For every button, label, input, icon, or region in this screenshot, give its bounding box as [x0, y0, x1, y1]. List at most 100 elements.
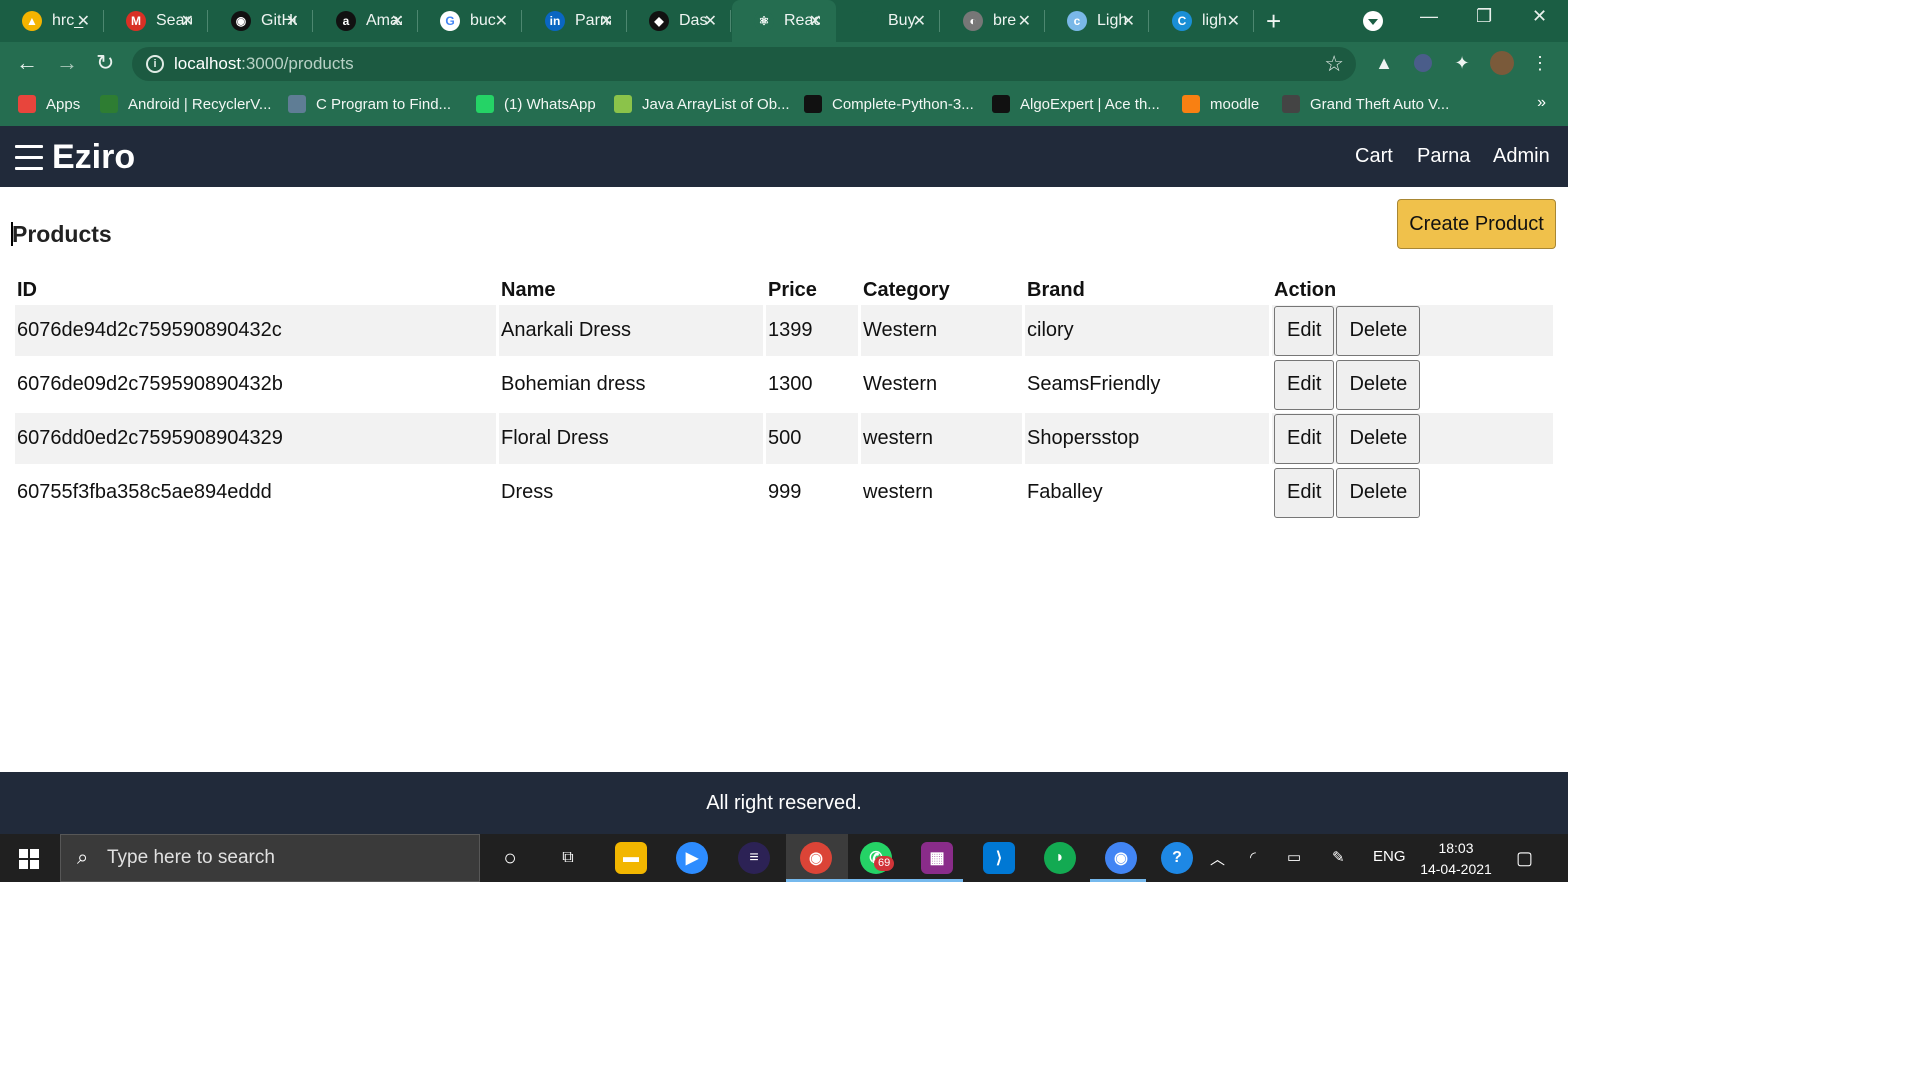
site-info-icon[interactable]: i [146, 55, 164, 73]
language-indicator[interactable]: ENG [1373, 848, 1406, 865]
profile-avatar-icon[interactable] [1490, 51, 1514, 75]
cortana-icon[interactable]: ○ [494, 842, 526, 874]
tab-search-icon[interactable] [1363, 11, 1383, 31]
hamburger-menu-icon[interactable] [15, 145, 43, 170]
browser-tab[interactable]: ▲ hrc_ ✕ [0, 0, 104, 42]
delete-button[interactable]: Delete [1336, 413, 1421, 464]
drive-extension-icon[interactable]: ▲ [1372, 51, 1396, 75]
browser-menu-icon[interactable]: ⋮ [1528, 51, 1552, 75]
tab-close-icon[interactable]: ✕ [1122, 11, 1135, 31]
nav-cart-link[interactable]: Cart [1355, 145, 1393, 168]
cell-brand: cilory [1025, 305, 1269, 356]
pen-icon[interactable]: ✎ [1332, 848, 1345, 866]
chrome-profile-icon[interactable]: ◉ [1105, 842, 1137, 874]
browser-tab[interactable]: Buy ✕ [836, 0, 940, 42]
delete-button[interactable]: Delete [1336, 305, 1421, 356]
edit-button[interactable]: Edit [1274, 305, 1335, 356]
chrome-icon[interactable]: ◉ [800, 842, 832, 874]
bookmark-item[interactable]: Java ArrayList of Ob... [614, 95, 790, 113]
whatsapp-badge: 69 [874, 856, 895, 871]
bookmark-item[interactable]: C Program to Find... [288, 95, 451, 113]
bookmark-favicon-icon [1182, 95, 1200, 113]
minimize-icon[interactable]: — [1420, 6, 1438, 27]
browser-tab[interactable]: Gbuc ✕ [418, 0, 522, 42]
browser-tab[interactable]: ◆ Das ✕ [627, 0, 731, 42]
new-tab-button[interactable]: + [1266, 6, 1281, 37]
tab-close-icon[interactable]: ✕ [1018, 11, 1031, 31]
url-path: :3000/products [241, 54, 354, 73]
brand-logo[interactable]: Eziro [52, 138, 135, 177]
tray-overflow-icon[interactable]: ︿ [1210, 848, 1225, 869]
bookmark-item[interactable]: moodle [1182, 95, 1259, 113]
tab-close-icon[interactable]: ✕ [809, 11, 822, 31]
close-window-icon[interactable]: ✕ [1532, 6, 1547, 27]
forward-icon[interactable]: → [56, 50, 78, 76]
tab-close-icon[interactable]: ✕ [1227, 11, 1240, 31]
cell-action: Edit Delete [1272, 467, 1553, 518]
tab-close-icon[interactable]: ✕ [600, 11, 613, 31]
eclipse-icon[interactable]: ≡ [738, 842, 770, 874]
winrar-icon[interactable]: ▦ [921, 842, 953, 874]
bookmark-item[interactable]: AlgoExpert | Ace th... [992, 95, 1160, 113]
back-icon[interactable]: ← [16, 50, 38, 76]
cursor-extension-icon[interactable] [1411, 51, 1435, 75]
vscode-icon[interactable]: ⟩ [983, 842, 1015, 874]
mongodb-icon[interactable]: ◗ [1044, 842, 1076, 874]
delete-button[interactable]: Delete [1336, 359, 1421, 410]
bookmark-star-icon[interactable]: ☆ [1324, 51, 1344, 77]
bookmark-item[interactable]: Grand Theft Auto V... [1282, 95, 1449, 113]
help-icon[interactable]: ? [1161, 842, 1193, 874]
tab-close-icon[interactable]: ✕ [704, 11, 717, 31]
cell-name: Anarkali Dress [499, 305, 763, 356]
browser-tab[interactable]: c Ligh ✕ [1045, 0, 1149, 42]
battery-icon[interactable]: ▭ [1287, 848, 1301, 866]
browser-tab[interactable]: aAmazon✕ [314, 0, 418, 42]
url-text[interactable]: localhost:3000/products [174, 54, 354, 74]
browser-tab[interactable]: Cligh ✕ [1150, 0, 1254, 42]
tab-favicon-icon: ◆ [649, 11, 669, 31]
edit-button[interactable]: Edit [1274, 359, 1335, 410]
tab-close-icon[interactable]: ✕ [391, 11, 404, 31]
extensions-puzzle-icon[interactable]: ✦ [1450, 51, 1474, 75]
bookmark-item[interactable]: Complete-Python-3... [804, 95, 974, 113]
browser-tab-strip: ▲hrc_✕MSearch✕◉GitHub✕aAmazon✕Gbuc✕inPar… [0, 0, 1568, 42]
browser-tab[interactable]: ◉GitHub✕ [209, 0, 313, 42]
edit-button[interactable]: Edit [1274, 467, 1335, 518]
bookmark-favicon-icon [476, 95, 494, 113]
address-bar[interactable]: i localhost:3000/products ☆ [132, 47, 1356, 81]
tab-close-icon[interactable]: ✕ [495, 11, 508, 31]
create-product-button[interactable]: Create Product [1397, 199, 1556, 249]
more-bookmarks-icon[interactable]: » [1537, 94, 1546, 112]
bookmark-item[interactable]: Android | RecyclerV... [100, 95, 271, 113]
windows-start-icon[interactable] [19, 849, 39, 869]
zoom-icon[interactable]: ▶ [676, 842, 708, 874]
taskbar-search[interactable]: ⌕ [60, 834, 480, 882]
bookmark-item[interactable]: (1) WhatsApp [476, 95, 596, 113]
tab-close-icon[interactable]: ✕ [181, 11, 194, 31]
browser-tab[interactable]: ◐ bre ✕ [941, 0, 1045, 42]
nav-admin-link[interactable]: Admin [1493, 145, 1550, 168]
bookmark-label: (1) WhatsApp [504, 95, 596, 113]
taskbar-clock[interactable]: 18:03 14-04-2021 [1410, 838, 1502, 880]
taskbar-search-input[interactable] [107, 847, 467, 869]
header-name: Name [501, 279, 556, 301]
tab-close-icon[interactable]: ✕ [913, 11, 926, 31]
task-view-icon[interactable]: ⧉ [552, 842, 584, 874]
file-explorer-icon[interactable]: ▬ [615, 842, 647, 874]
tab-close-icon[interactable]: ✕ [77, 11, 90, 31]
delete-button[interactable]: Delete [1336, 467, 1421, 518]
tab-favicon-icon [858, 11, 878, 31]
browser-tab[interactable]: ⚛React✕ [732, 0, 836, 42]
nav-user-link[interactable]: Parna [1417, 145, 1470, 168]
notifications-icon[interactable]: ▢ [1516, 848, 1533, 869]
wifi-icon[interactable]: ◜ [1250, 848, 1256, 866]
products-table: ID Name Price Category Brand Action 6076… [12, 271, 1556, 521]
tab-close-icon[interactable]: ✕ [286, 11, 299, 31]
bookmark-item[interactable]: Apps [18, 95, 80, 113]
search-icon: ⌕ [77, 847, 89, 869]
browser-tab[interactable]: MSearch✕ [104, 0, 208, 42]
reload-icon[interactable]: ↻ [96, 50, 114, 76]
browser-tab[interactable]: inParna✕ [523, 0, 627, 42]
edit-button[interactable]: Edit [1274, 413, 1335, 464]
restore-icon[interactable]: ❐ [1476, 6, 1492, 27]
